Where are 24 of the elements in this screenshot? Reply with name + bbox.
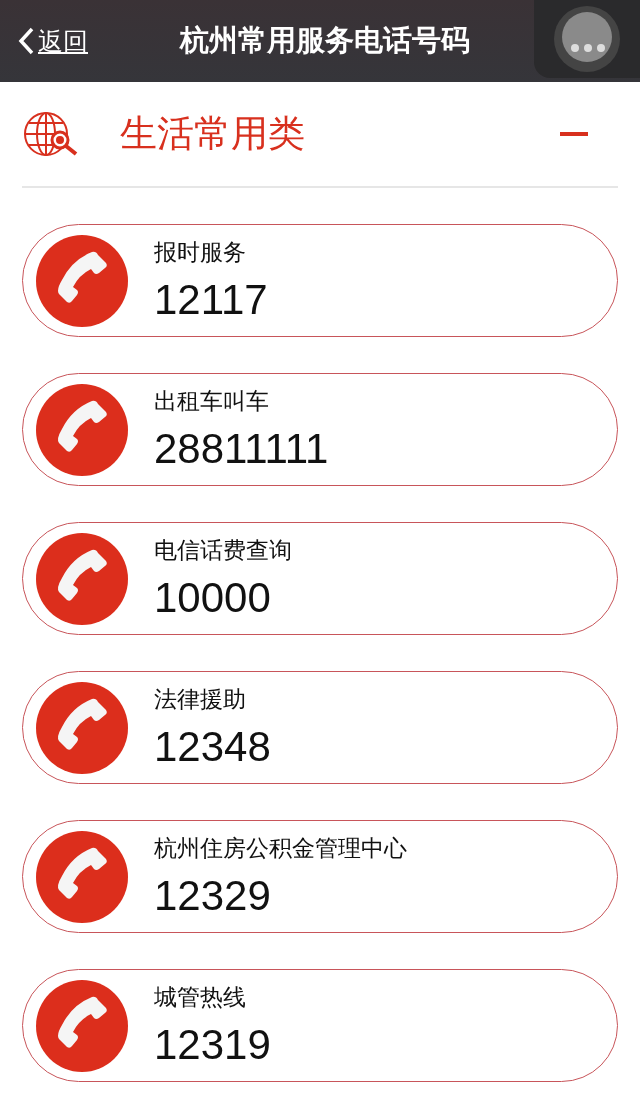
phone-number: 12348: [154, 723, 271, 771]
floating-button[interactable]: [534, 0, 640, 78]
contact-name: 杭州住房公积金管理中心: [154, 834, 407, 863]
contact-name: 电信话费查询: [154, 536, 292, 565]
phone-icon: [36, 532, 128, 625]
contact-name: 出租车叫车: [154, 387, 270, 416]
phone-icon: [36, 830, 128, 923]
contact-name: 城管热线: [154, 983, 247, 1012]
phone-number: 12117: [154, 276, 268, 324]
globe-search-icon: [22, 110, 80, 158]
contact-name: 法律援助: [154, 685, 247, 714]
phone-number: 28811111: [154, 425, 329, 473]
page-title: 杭州常用服务电话号码: [180, 22, 470, 59]
phone-number: 12329: [154, 872, 272, 920]
phone-icon: [36, 383, 128, 476]
phone-icon: [36, 979, 128, 1072]
phone-number: 10000: [154, 574, 272, 622]
phone-icon: [36, 234, 128, 327]
section-title: 生活常用类: [120, 111, 306, 157]
phone-number: 12319: [154, 1021, 271, 1069]
contact-name: 报时服务: [154, 238, 247, 267]
chevron-left-icon: [18, 27, 34, 55]
phone-icon: [36, 681, 128, 774]
back-link[interactable]: 返回: [18, 24, 148, 58]
